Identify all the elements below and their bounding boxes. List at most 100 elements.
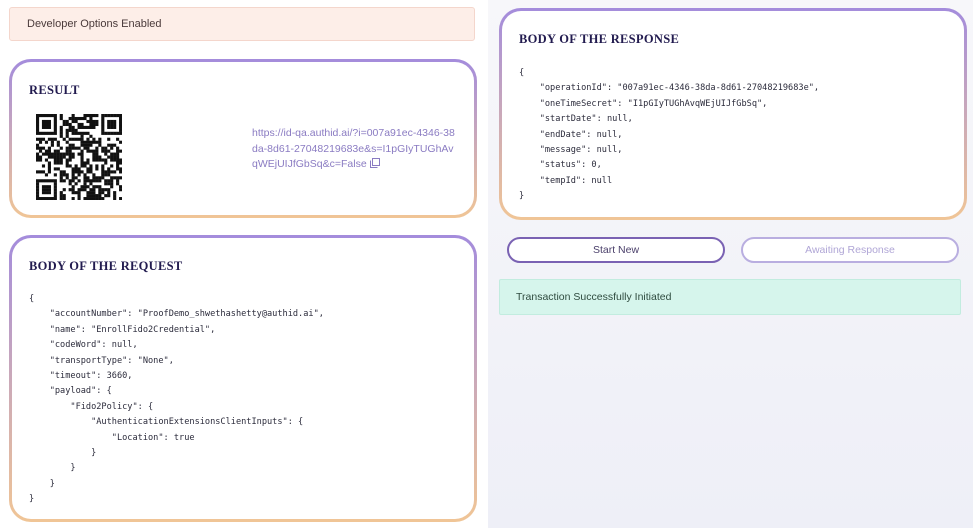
qr-module xyxy=(92,158,96,162)
result-title: RESULT xyxy=(29,83,80,97)
qr-module xyxy=(116,161,120,165)
enrollment-link[interactable]: https://id-qa.authid.ai/?i=007a91ec-4346… xyxy=(252,127,455,170)
copy-icon[interactable] xyxy=(369,158,380,168)
qr-module xyxy=(41,170,46,174)
qr-module xyxy=(107,191,111,195)
qr-module xyxy=(86,114,90,118)
qr-module xyxy=(107,119,111,124)
awaiting-response-button[interactable]: Awaiting Response xyxy=(741,237,959,263)
qr-module xyxy=(101,167,105,171)
qr-module xyxy=(107,114,111,118)
qr-module xyxy=(36,143,40,147)
code-line: "oneTimeSecret": "I1pGIyTUGhAvqWEjUIJfGb… xyxy=(519,98,768,109)
qr-module xyxy=(59,114,63,118)
qr-module xyxy=(104,188,108,192)
qr-module xyxy=(44,197,49,200)
qr-module xyxy=(53,128,57,132)
qr-module xyxy=(74,137,78,141)
qr-module xyxy=(71,173,75,177)
qr-module xyxy=(47,197,51,200)
qr-module xyxy=(47,161,51,165)
qr-module xyxy=(80,137,84,141)
awaiting-response-label: Awaiting Response xyxy=(805,244,895,256)
qr-module xyxy=(110,143,114,147)
qr-module xyxy=(74,119,78,124)
qr-module xyxy=(47,119,51,124)
qr-module xyxy=(101,122,105,127)
qr-module xyxy=(101,149,105,153)
qr-module xyxy=(104,152,108,156)
qr-module xyxy=(95,158,99,162)
qr-module xyxy=(38,137,43,141)
qr-module xyxy=(74,116,78,121)
qr-module xyxy=(62,173,66,177)
qr-module xyxy=(92,122,96,127)
qr-module xyxy=(98,185,102,189)
qr-module xyxy=(74,176,78,180)
qr-module xyxy=(95,119,99,124)
qr-module xyxy=(53,152,57,156)
qr-module xyxy=(116,114,120,118)
qr-module xyxy=(71,197,75,200)
qr-module xyxy=(47,185,51,189)
qr-module xyxy=(36,131,40,135)
qr-module xyxy=(110,158,114,162)
qr-module xyxy=(92,173,96,177)
qr-module xyxy=(83,173,87,177)
qr-module xyxy=(116,167,120,171)
code-line: } xyxy=(29,494,35,505)
qr-module xyxy=(104,194,108,198)
qr-module xyxy=(86,197,90,200)
qr-module xyxy=(65,149,69,153)
qr-module xyxy=(68,182,72,186)
qr-module xyxy=(62,197,66,200)
qr-module xyxy=(65,122,69,127)
qr-module xyxy=(95,167,99,171)
qr-module xyxy=(98,179,102,183)
qr-module xyxy=(98,194,102,198)
qr-module xyxy=(65,173,69,177)
qr-module xyxy=(68,158,72,162)
qr-module xyxy=(47,188,51,192)
qr-module xyxy=(107,137,111,141)
qr-module xyxy=(59,152,63,156)
qr-module xyxy=(110,152,114,156)
code-line: "accountNumber": "ProofDemo_shwethashett… xyxy=(29,309,324,320)
qr-module xyxy=(50,143,54,147)
qr-module xyxy=(68,188,72,192)
qr-module xyxy=(98,188,102,192)
qr-module xyxy=(65,128,69,132)
qr-module xyxy=(71,137,75,141)
qr-module xyxy=(36,125,40,129)
qr-code xyxy=(36,114,122,200)
qr-module xyxy=(107,131,111,135)
qr-module xyxy=(71,114,75,118)
qr-module xyxy=(65,146,69,150)
qr-module xyxy=(80,170,84,174)
qr-module xyxy=(92,191,96,195)
qr-module xyxy=(68,155,72,159)
request-title: BODY OF THE REQUEST xyxy=(29,259,183,273)
qr-module xyxy=(110,114,114,118)
qr-module xyxy=(86,149,90,153)
code-line: "payload": { xyxy=(29,386,112,397)
qr-module xyxy=(50,152,54,156)
qr-module xyxy=(86,140,90,144)
qr-module xyxy=(71,170,75,174)
qr-module xyxy=(53,155,57,159)
qr-module xyxy=(44,191,49,195)
qr-module xyxy=(62,122,66,127)
qr-module xyxy=(68,128,72,132)
qr-module xyxy=(53,188,57,192)
qr-module xyxy=(101,116,105,121)
qr-module xyxy=(53,125,57,129)
qr-module xyxy=(36,185,40,189)
qr-module xyxy=(53,122,57,127)
qr-module xyxy=(86,167,90,171)
start-new-button[interactable]: Start New xyxy=(507,237,725,263)
qr-module xyxy=(95,114,99,118)
qr-module xyxy=(74,170,78,174)
qr-module xyxy=(77,137,81,141)
qr-module xyxy=(119,119,122,124)
qr-module xyxy=(86,137,90,141)
